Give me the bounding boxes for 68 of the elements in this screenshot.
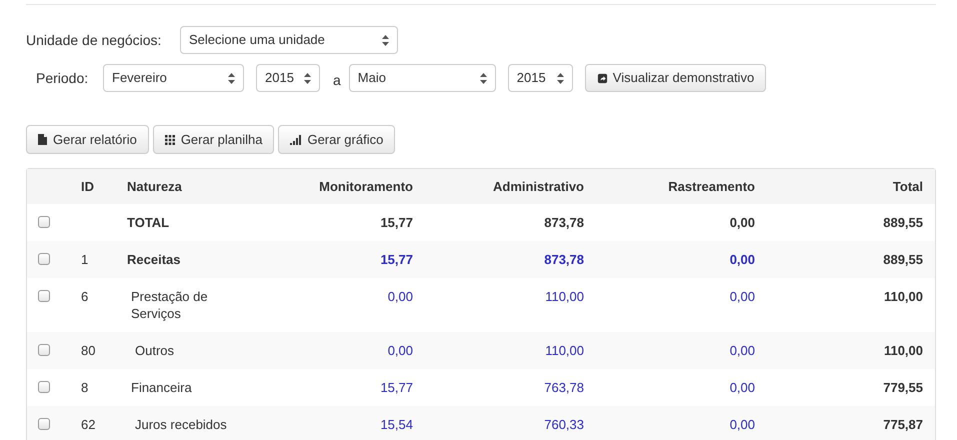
nature-cell-text: Prestação de Serviços (130, 288, 209, 322)
id-cell: 6 (81, 289, 88, 304)
value-cell: 779,55 (883, 380, 923, 395)
unit-label: Unidade de negócios: (26, 30, 162, 50)
nature-cell-text: Outros (134, 342, 176, 359)
value-cell: 0,00 (388, 289, 413, 304)
view-report-button[interactable]: Visualizar demonstrativo (584, 64, 766, 92)
select-arrows-icon (304, 72, 311, 84)
document-icon (38, 134, 47, 145)
row-checkbox[interactable] (38, 253, 50, 265)
value-cell: 873,78 (544, 252, 584, 267)
value-cell: 110,00 (884, 343, 923, 358)
nature-cell-text: Juros recebidos (134, 416, 228, 433)
column-header: Monitoramento (318, 178, 413, 196)
value-cell: 110,00 (884, 289, 923, 304)
value-cell: 15,77 (380, 215, 413, 230)
select-arrows-icon (228, 72, 235, 84)
value-cell: 110,00 (545, 343, 584, 358)
value-cell: 0,00 (730, 252, 755, 267)
select-arrows-icon (556, 72, 564, 84)
value-cell: 15,77 (380, 252, 413, 267)
value-cell: 0,00 (730, 417, 755, 432)
row-checkbox[interactable] (38, 344, 50, 356)
column-header: Natureza (127, 178, 183, 196)
spreadsheet-button[interactable]: Gerar planilha (152, 125, 274, 154)
nature-cell-text: Receitas (127, 251, 182, 268)
row-checkbox[interactable] (38, 381, 50, 393)
report-button[interactable]: Gerar relatório (26, 125, 149, 154)
row-checkbox[interactable] (38, 418, 50, 430)
value-cell: 873,78 (544, 215, 584, 230)
chart-button[interactable]: Gerar gráfico (278, 125, 396, 154)
value-cell: 0,00 (730, 215, 755, 230)
id-cell: 1 (81, 252, 88, 267)
value-cell: 889,55 (883, 215, 923, 230)
row-checkbox[interactable] (38, 290, 50, 302)
year-select[interactable]: 2015 (508, 64, 573, 92)
value-cell: 760,33 (544, 417, 584, 432)
value-cell: 0,00 (730, 343, 755, 358)
select-arrows-icon (480, 72, 487, 84)
value-cell: 110,00 (545, 289, 584, 304)
value-cell: 0,00 (388, 343, 413, 358)
column-header: Total (892, 178, 923, 196)
unit-select[interactable]: Selecione uma unidade (180, 26, 398, 54)
signal-bars-icon (290, 134, 302, 144)
range-separator: a (333, 70, 341, 90)
id-cell: 62 (81, 417, 96, 432)
row-checkbox[interactable] (38, 216, 50, 228)
grid-icon (164, 134, 175, 144)
value-cell: 0,00 (730, 380, 755, 395)
select-arrows-icon (382, 34, 389, 46)
month-select[interactable]: Fevereiro (103, 64, 244, 92)
nature-cell-text: Financeira (130, 379, 193, 396)
year-select[interactable]: 2015 (256, 64, 320, 92)
value-cell: 0,00 (730, 289, 755, 304)
column-header: ID (81, 178, 95, 196)
month-select[interactable]: Maio (348, 64, 496, 92)
value-cell: 15,77 (380, 380, 413, 395)
period-label: Periodo: (35, 68, 90, 88)
value-cell: 889,55 (883, 252, 923, 267)
column-header: Administrativo (492, 178, 584, 196)
share-icon (596, 72, 608, 84)
id-cell: 80 (81, 343, 96, 358)
value-cell: 775,87 (883, 417, 923, 432)
value-cell: 15,54 (380, 417, 413, 432)
id-cell: 8 (81, 380, 88, 395)
column-header: Rastreamento (667, 178, 755, 196)
nature-cell-text: TOTAL (127, 214, 170, 231)
value-cell: 763,78 (544, 380, 584, 395)
